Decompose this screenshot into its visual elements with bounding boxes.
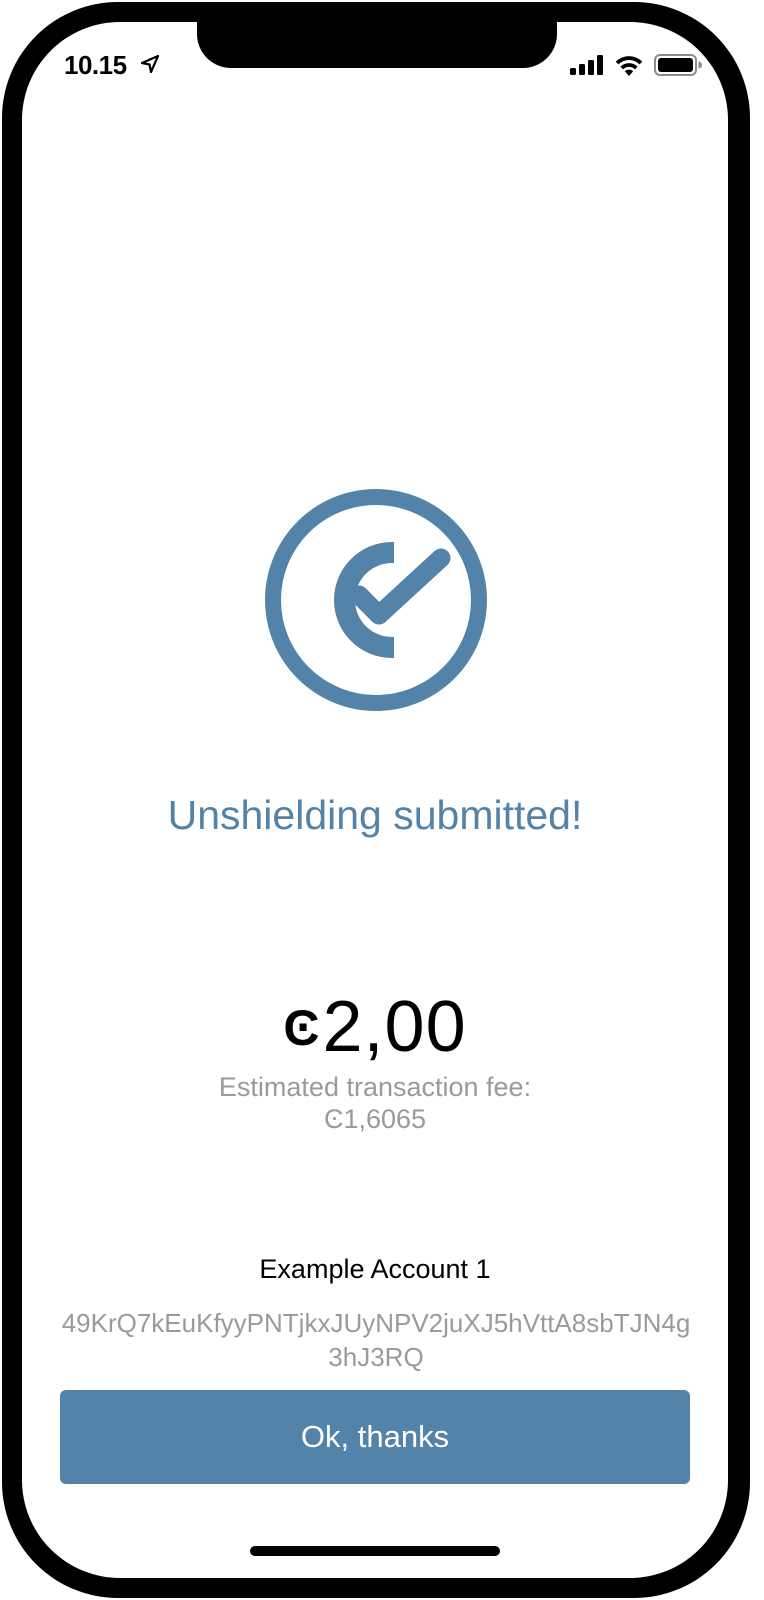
location-arrow-icon (141, 55, 159, 73)
ok-thanks-button[interactable]: Ok, thanks (60, 1390, 690, 1484)
fee-label: Estimated transaction fee: (218, 1072, 532, 1102)
screen: 10.15 Unshielding submitted! Ͼ2,00 Estim… (22, 22, 728, 1578)
cellular-signal-icon (570, 55, 603, 75)
notch (197, 22, 557, 68)
status-indicators (570, 54, 702, 76)
status-headline: Unshielding submitted! (167, 792, 583, 838)
battery-icon (654, 54, 702, 76)
account-address: 49KrQ7kEuKfyyPNTjkxJUyNPV2juXJ5hVttA8sbT… (61, 1308, 691, 1372)
home-indicator[interactable] (250, 1546, 500, 1556)
fee-value: Ͼ1,6065 (323, 1104, 427, 1134)
gtu-currency-symbol: Ͼ (283, 1000, 321, 1056)
status-time: 10.15 (64, 50, 127, 80)
amount-value: 2,00 (322, 987, 467, 1067)
account-name: Example Account 1 (259, 1254, 491, 1284)
shield-checkmark-icon (265, 489, 487, 711)
transfer-amount: Ͼ2,00 (22, 986, 728, 1068)
phone-frame: 10.15 Unshielding submitted! Ͼ2,00 Estim… (2, 2, 750, 1598)
wifi-icon (615, 56, 643, 76)
